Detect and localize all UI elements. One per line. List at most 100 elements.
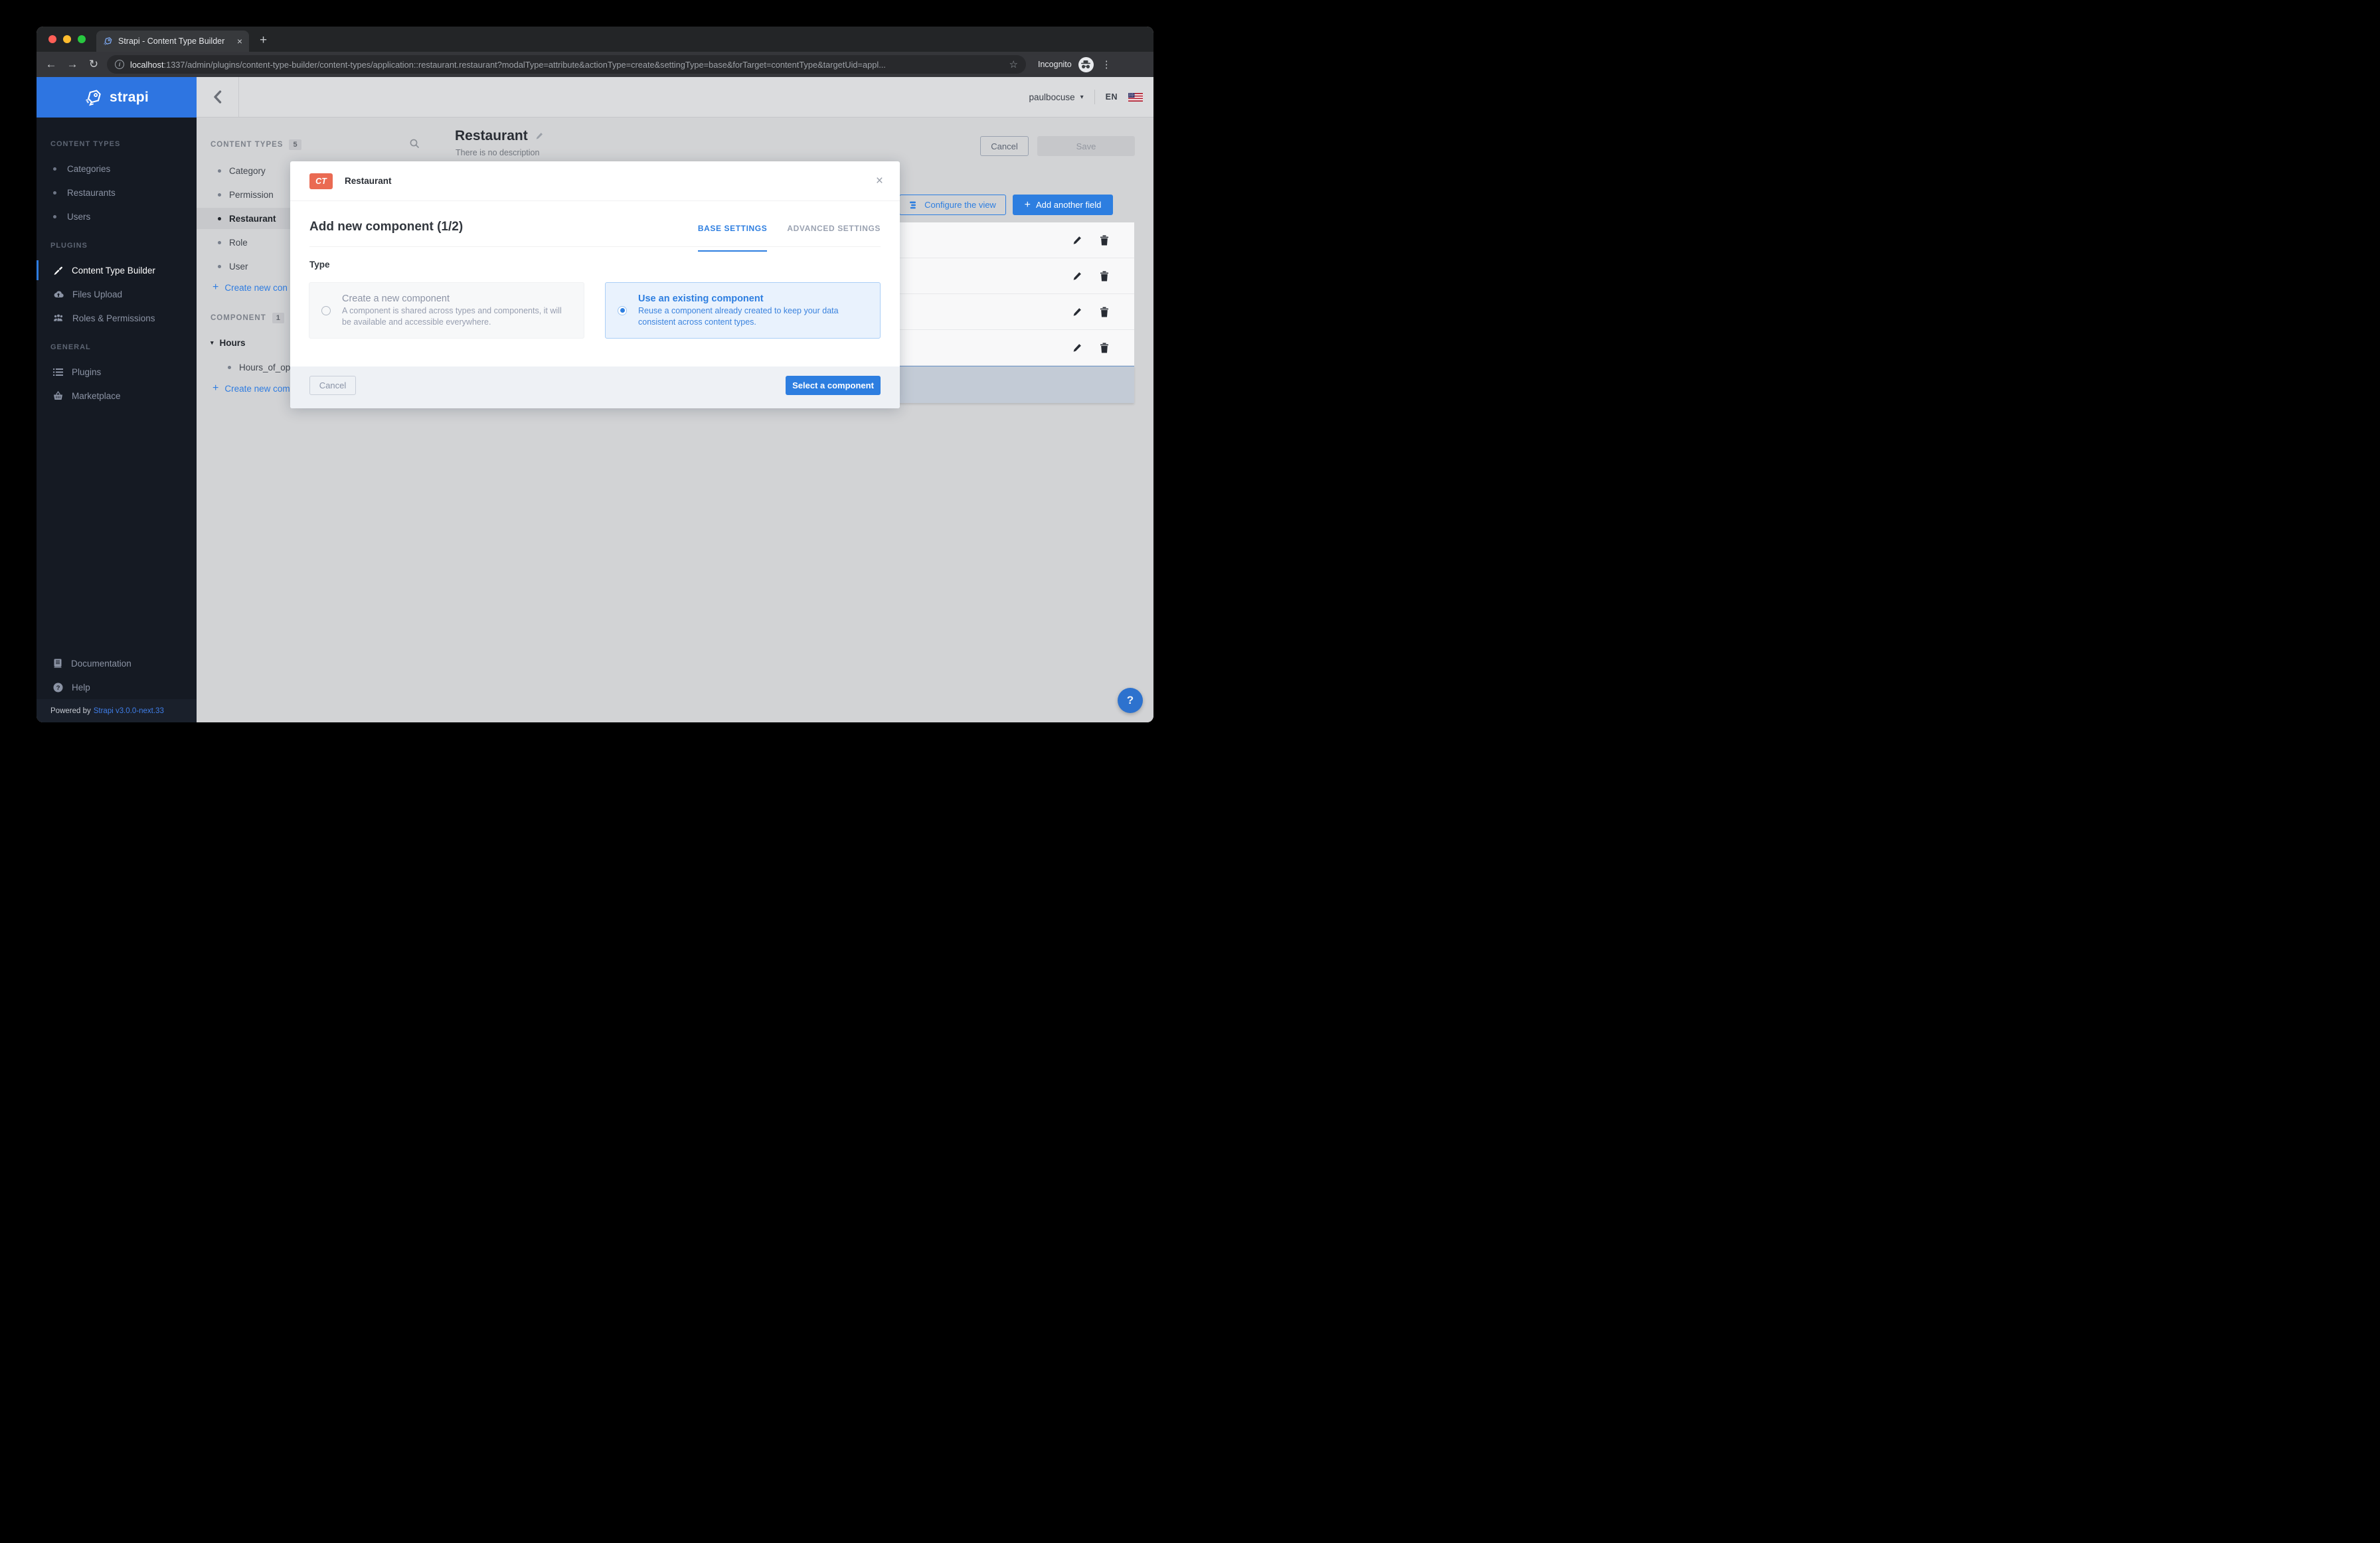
strapi-logo[interactable]: strapi <box>37 77 197 118</box>
cloud-upload-icon <box>53 289 64 299</box>
radio-selected-icon[interactable] <box>618 306 627 315</box>
sidebar-item-users[interactable]: Users <box>37 204 197 228</box>
browser-tab[interactable]: Strapi - Content Type Builder × <box>96 31 249 52</box>
sidebar-item-categories[interactable]: Categories <box>37 157 197 181</box>
locale-label[interactable]: EN <box>1106 92 1118 102</box>
delete-trash-icon[interactable] <box>1100 343 1109 353</box>
bullet-icon <box>53 191 56 195</box>
forward-icon[interactable]: → <box>62 58 83 71</box>
sidebar-footer: Documentation ? Help <box>37 651 197 699</box>
sidebar-item-plugins[interactable]: Plugins <box>37 360 197 384</box>
tab-advanced-settings[interactable]: ADVANCED SETTINGS <box>787 224 881 252</box>
sidebar-item-files-upload[interactable]: Files Upload <box>37 282 197 306</box>
edit-pencil-icon[interactable] <box>1072 235 1082 246</box>
bookmark-star-icon[interactable]: ☆ <box>1009 58 1018 70</box>
window-minimize-button[interactable] <box>63 35 71 43</box>
modal-header-title: Restaurant <box>345 176 864 186</box>
caret-down-icon: ▾ <box>211 339 214 347</box>
edit-pencil-icon[interactable] <box>1072 307 1082 317</box>
divider <box>1094 90 1095 104</box>
back-button[interactable] <box>197 77 239 117</box>
basket-icon <box>53 391 63 400</box>
reload-icon[interactable]: ↻ <box>83 58 104 71</box>
tab-base-settings[interactable]: BASE SETTINGS <box>698 224 767 252</box>
bullet-icon <box>53 167 56 171</box>
section-title-content-types: CONTENT TYPES <box>37 140 197 148</box>
type-label: Type <box>309 260 330 270</box>
configure-view-button[interactable]: Configure the view <box>899 195 1006 215</box>
add-component-modal: CT Restaurant × Add new component (1/2) … <box>290 161 900 408</box>
select-component-button[interactable]: Select a component <box>786 376 881 395</box>
incognito-label: Incognito <box>1038 60 1072 69</box>
edit-pencil-icon[interactable] <box>1072 343 1082 353</box>
edit-title-pencil-icon[interactable] <box>535 131 544 141</box>
svg-text:?: ? <box>56 684 60 691</box>
option-create-new-component[interactable]: Create a new component A component is sh… <box>309 282 584 339</box>
strapi-favicon <box>103 37 113 46</box>
new-tab-button[interactable]: + <box>260 32 267 49</box>
edit-pencil-icon[interactable] <box>1072 271 1082 282</box>
chevron-down-icon[interactable]: ▾ <box>1080 94 1084 101</box>
divider <box>309 246 881 247</box>
modal-cancel-button[interactable]: Cancel <box>309 376 356 395</box>
chevron-left-icon <box>213 90 222 104</box>
strapi-version-link[interactable]: Strapi v3.0.0-next.33 <box>94 707 164 715</box>
book-icon <box>53 659 62 668</box>
users-icon <box>53 313 64 323</box>
back-icon[interactable]: ← <box>41 58 62 71</box>
sidebar-item-roles-permissions[interactable]: Roles & Permissions <box>37 306 197 330</box>
option-use-existing-component[interactable]: Use an existing component Reuse a compon… <box>605 282 881 339</box>
sidebar-item-documentation[interactable]: Documentation <box>37 651 197 675</box>
modal-footer: Cancel Select a component <box>290 366 900 408</box>
modal-tabs: BASE SETTINGS ADVANCED SETTINGS <box>698 224 881 252</box>
powered-by: Powered by Strapi v3.0.0-next.33 <box>37 699 197 722</box>
cancel-button-top[interactable]: Cancel <box>980 136 1029 156</box>
panel-content-types-header: CONTENT TYPES 5 <box>197 139 436 150</box>
page-subtitle: There is no description <box>456 148 539 157</box>
delete-trash-icon[interactable] <box>1100 271 1109 282</box>
rocket-icon <box>84 88 103 107</box>
modal-title: Add new component (1/2) <box>309 220 463 234</box>
page-info-icon[interactable]: i <box>115 60 124 69</box>
question-circle-icon: ? <box>53 683 63 692</box>
search-icon[interactable] <box>410 139 420 151</box>
section-title-general: GENERAL <box>37 343 197 351</box>
delete-trash-icon[interactable] <box>1100 307 1109 317</box>
tab-close-icon[interactable]: × <box>237 36 242 46</box>
component-count-badge: 1 <box>272 313 284 323</box>
page-title: Restaurant <box>455 128 544 144</box>
delete-trash-icon[interactable] <box>1100 235 1109 246</box>
bullet-icon <box>53 215 56 218</box>
bullet-icon <box>218 217 221 220</box>
plus-icon: + <box>1025 199 1031 211</box>
sidebar-item-help[interactable]: ? Help <box>37 675 197 699</box>
list-icon <box>53 368 63 376</box>
add-another-field-button[interactable]: + Add another field <box>1013 195 1113 215</box>
sidebar-item-marketplace[interactable]: Marketplace <box>37 384 197 408</box>
radio-unselected-icon[interactable] <box>321 306 331 315</box>
tab-title: Strapi - Content Type Builder <box>118 37 232 46</box>
section-title-plugins: PLUGINS <box>37 242 197 250</box>
browser-toolbar: ← → ↻ i localhost:1337/admin/plugins/con… <box>37 52 1153 77</box>
save-button[interactable]: Save <box>1037 136 1135 156</box>
bullet-icon <box>218 265 221 268</box>
help-fab-button[interactable]: ? <box>1118 688 1143 713</box>
bullet-icon <box>218 193 221 197</box>
sidebar-item-restaurants[interactable]: Restaurants <box>37 181 197 204</box>
user-zone: paulbocuse ▾ EN <box>1029 77 1143 117</box>
content-type-badge: CT <box>309 173 333 189</box>
top-header-band: paulbocuse ▾ EN <box>197 77 1153 118</box>
modal-header: CT Restaurant × <box>290 161 900 201</box>
user-menu[interactable]: paulbocuse <box>1029 92 1075 102</box>
bullet-icon <box>228 366 231 369</box>
window-close-button[interactable] <box>48 35 56 43</box>
close-icon[interactable]: × <box>876 174 883 189</box>
window-zoom-button[interactable] <box>78 35 86 43</box>
us-flag-icon[interactable] <box>1128 93 1143 102</box>
tab-strip: Strapi - Content Type Builder × + <box>37 27 1153 52</box>
address-bar[interactable]: i localhost:1337/admin/plugins/content-t… <box>107 55 1026 74</box>
sidebar-item-content-type-builder[interactable]: Content Type Builder <box>37 258 197 282</box>
url-text: localhost:1337/admin/plugins/content-typ… <box>130 60 1003 70</box>
browser-menu-icon[interactable]: ⋮ <box>1102 58 1112 70</box>
content-types-count-badge: 5 <box>289 139 301 150</box>
